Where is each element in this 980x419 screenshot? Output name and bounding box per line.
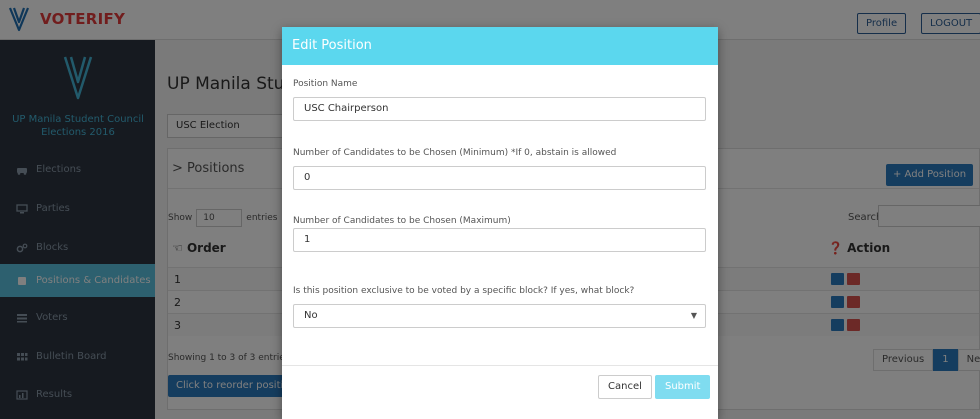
block-label: Is this position exclusive to be voted b… bbox=[293, 286, 635, 296]
cancel-button[interactable]: Cancel bbox=[598, 375, 652, 399]
modal-footer-divider bbox=[282, 365, 718, 366]
modal-title: Edit Position bbox=[292, 38, 372, 53]
position-name-input[interactable]: USC Chairperson bbox=[293, 97, 706, 121]
max-candidates-input[interactable]: 1 bbox=[293, 228, 706, 252]
max-candidates-label: Number of Candidates to be Chosen (Maxim… bbox=[293, 216, 511, 226]
min-candidates-label: Number of Candidates to be Chosen (Minim… bbox=[293, 148, 617, 158]
submit-button[interactable]: Submit bbox=[655, 375, 711, 399]
min-candidates-input[interactable]: 0 bbox=[293, 166, 706, 190]
position-name-label: Position Name bbox=[293, 79, 358, 89]
block-select-value: No bbox=[304, 310, 318, 321]
modal-header: Edit Position bbox=[282, 27, 718, 65]
caret-down-icon: ▼ bbox=[690, 311, 697, 320]
block-select[interactable]: No ▼ bbox=[293, 304, 706, 328]
edit-position-modal: Edit Position Position Name USC Chairper… bbox=[282, 27, 718, 419]
